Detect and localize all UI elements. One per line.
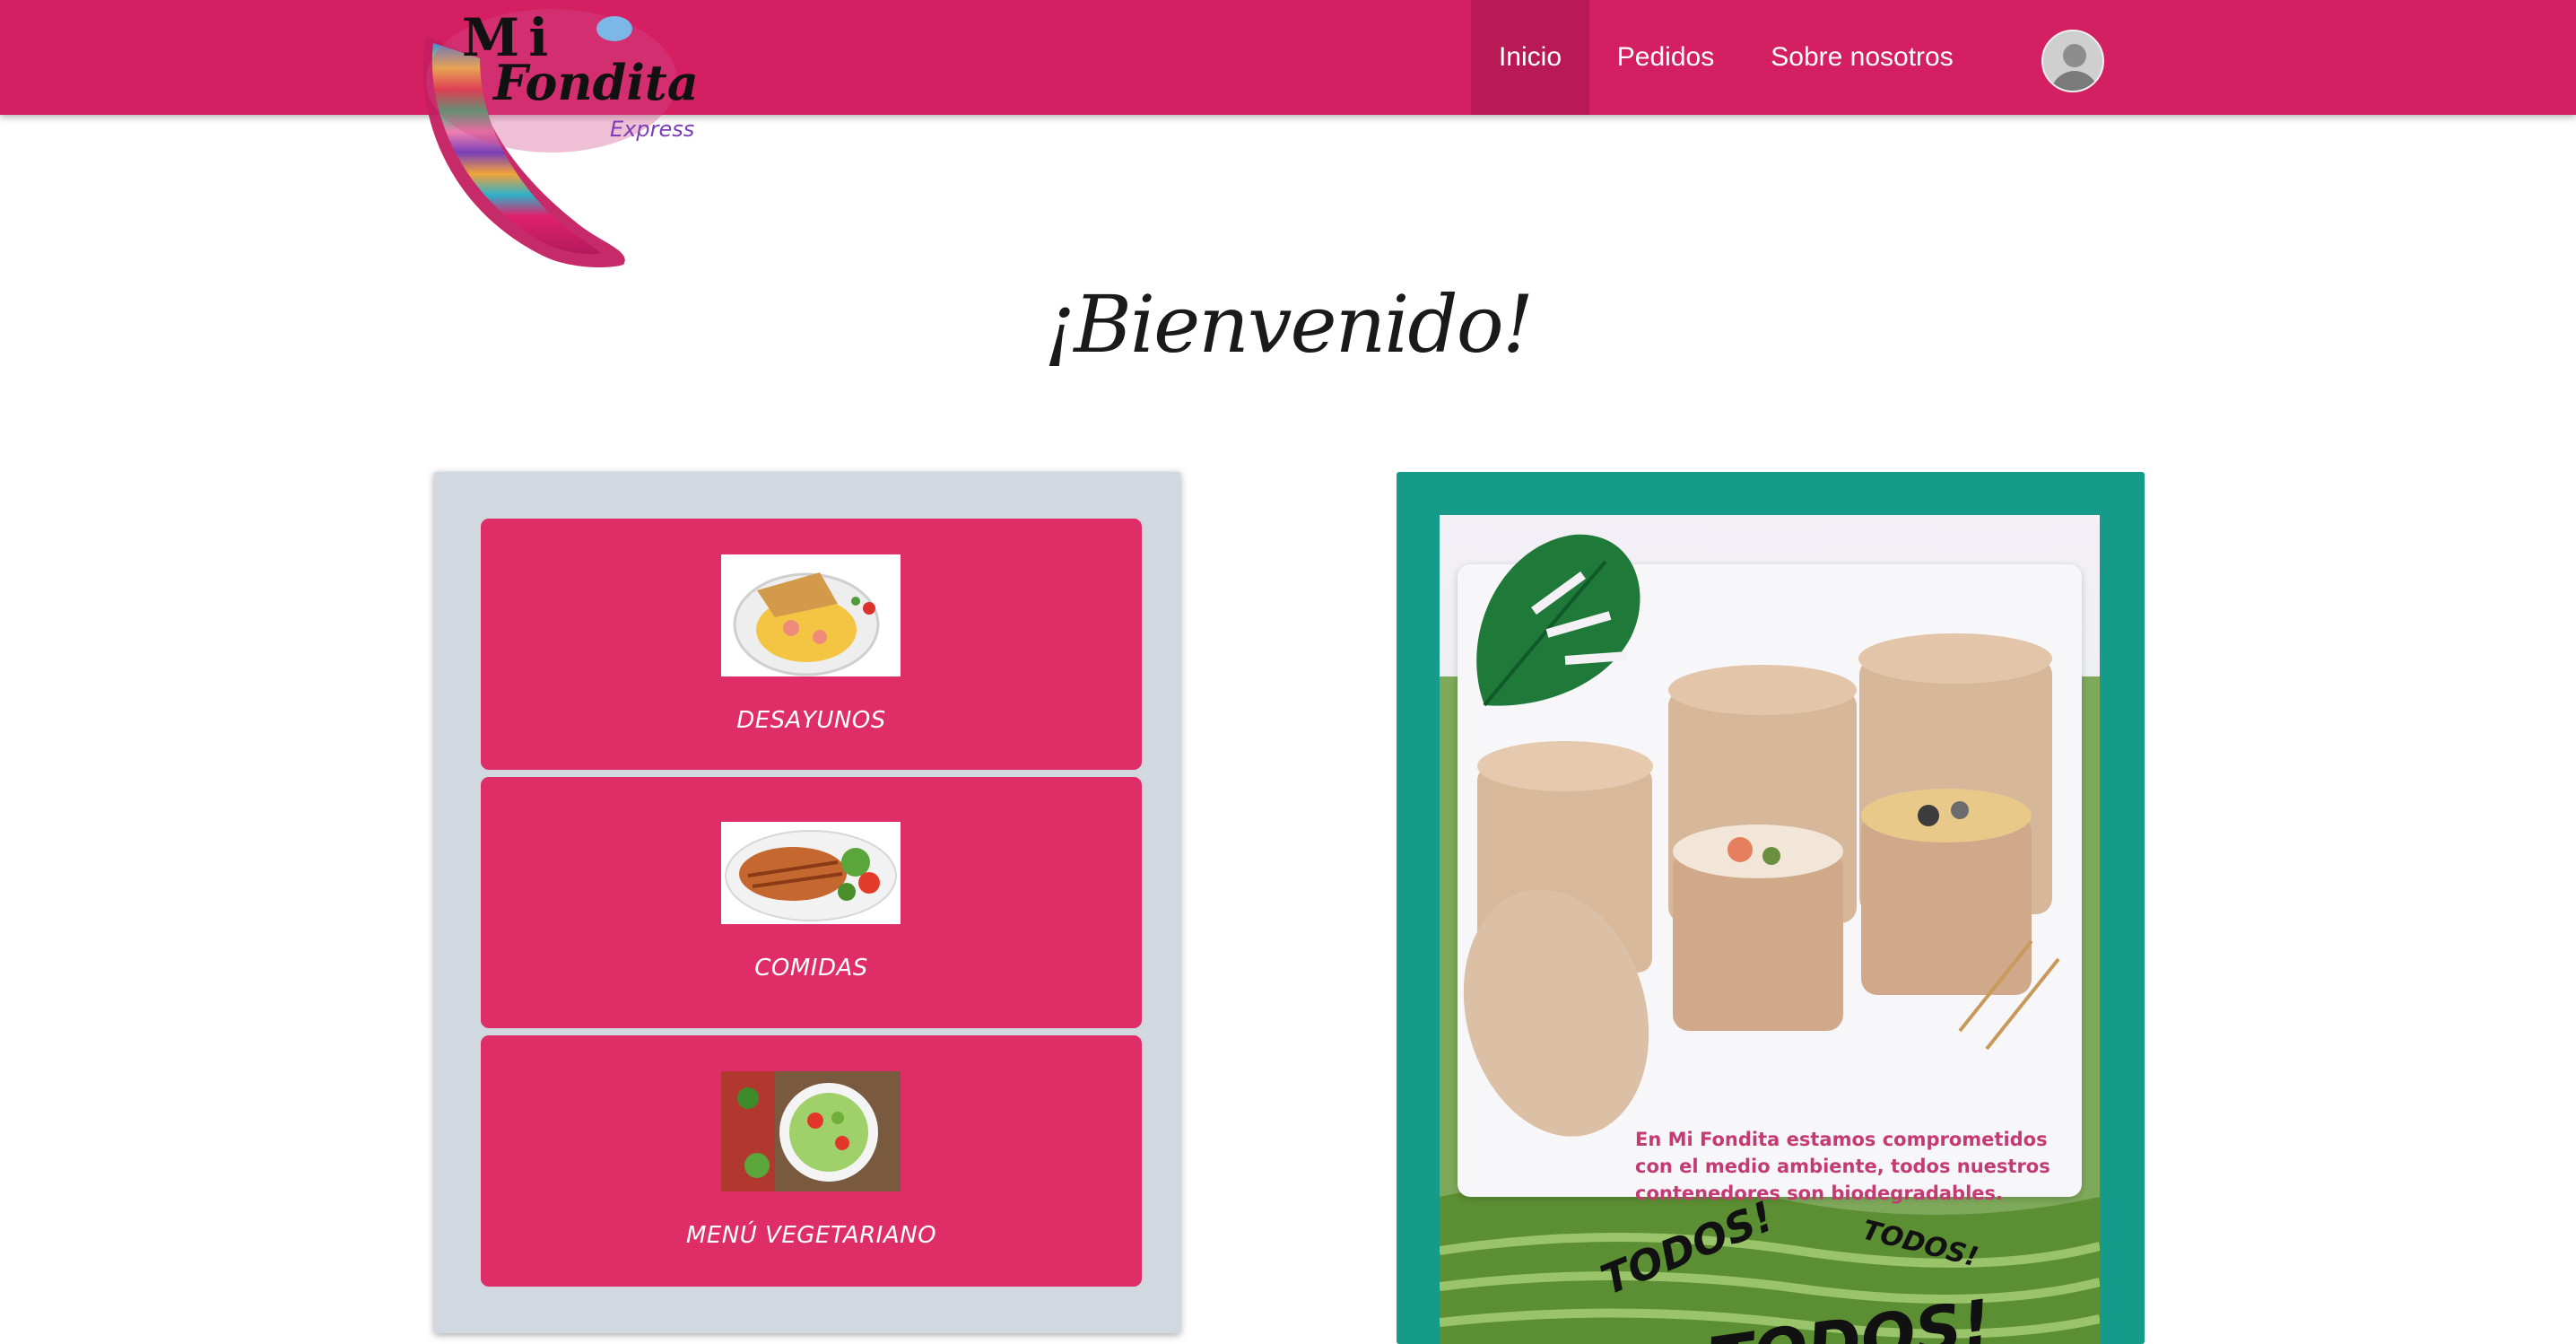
menu-categories-panel: DESAYUNOS COMIDAS MENÚ VEGETARIANO (434, 472, 1180, 1333)
nav-sobre-nosotros[interactable]: Sobre nosotros (1754, 0, 1970, 115)
grilled-chicken-salad-photo (721, 822, 901, 924)
logo-ribbon-icon (596, 16, 632, 41)
nav-pedidos[interactable]: Pedidos (1598, 0, 1733, 115)
category-comidas-label: COMIDAS (754, 955, 868, 982)
promo-message: En Mi Fondita estamos comprometidos con … (1635, 1129, 2050, 1204)
category-desayunos-label: DESAYUNOS (736, 707, 886, 734)
promo-panel: En Mi Fondita estamos comprometidos con … (1397, 472, 2145, 1344)
logo-text-express: Express (610, 117, 695, 142)
user-avatar-icon[interactable] (2041, 30, 2104, 92)
top-navbar: Inicio Pedidos Sobre nosotros (0, 0, 2576, 115)
vegetable-salad-photo (721, 1071, 901, 1191)
brand-logo[interactable]: Mi Fondita Express (408, 0, 704, 287)
category-vegetariano-label: MENÚ VEGETARIANO (685, 1222, 937, 1249)
category-vegetariano-card[interactable]: MENÚ VEGETARIANO (481, 1035, 1142, 1287)
promo-image: En Mi Fondita estamos comprometidos con … (1440, 515, 2100, 1344)
nav-inicio[interactable]: Inicio (1471, 0, 1589, 115)
monstera-leaf-icon (1476, 534, 1640, 707)
page-title: ¡Bienvenido! (1043, 278, 1534, 371)
category-desayunos-card[interactable]: DESAYUNOS (481, 519, 1142, 770)
user-silhouette-icon (2043, 31, 2102, 91)
logo-text-fondita: Fondita (493, 54, 699, 111)
category-comidas-card[interactable]: COMIDAS (481, 777, 1142, 1028)
breakfast-plate-photo (721, 554, 901, 676)
